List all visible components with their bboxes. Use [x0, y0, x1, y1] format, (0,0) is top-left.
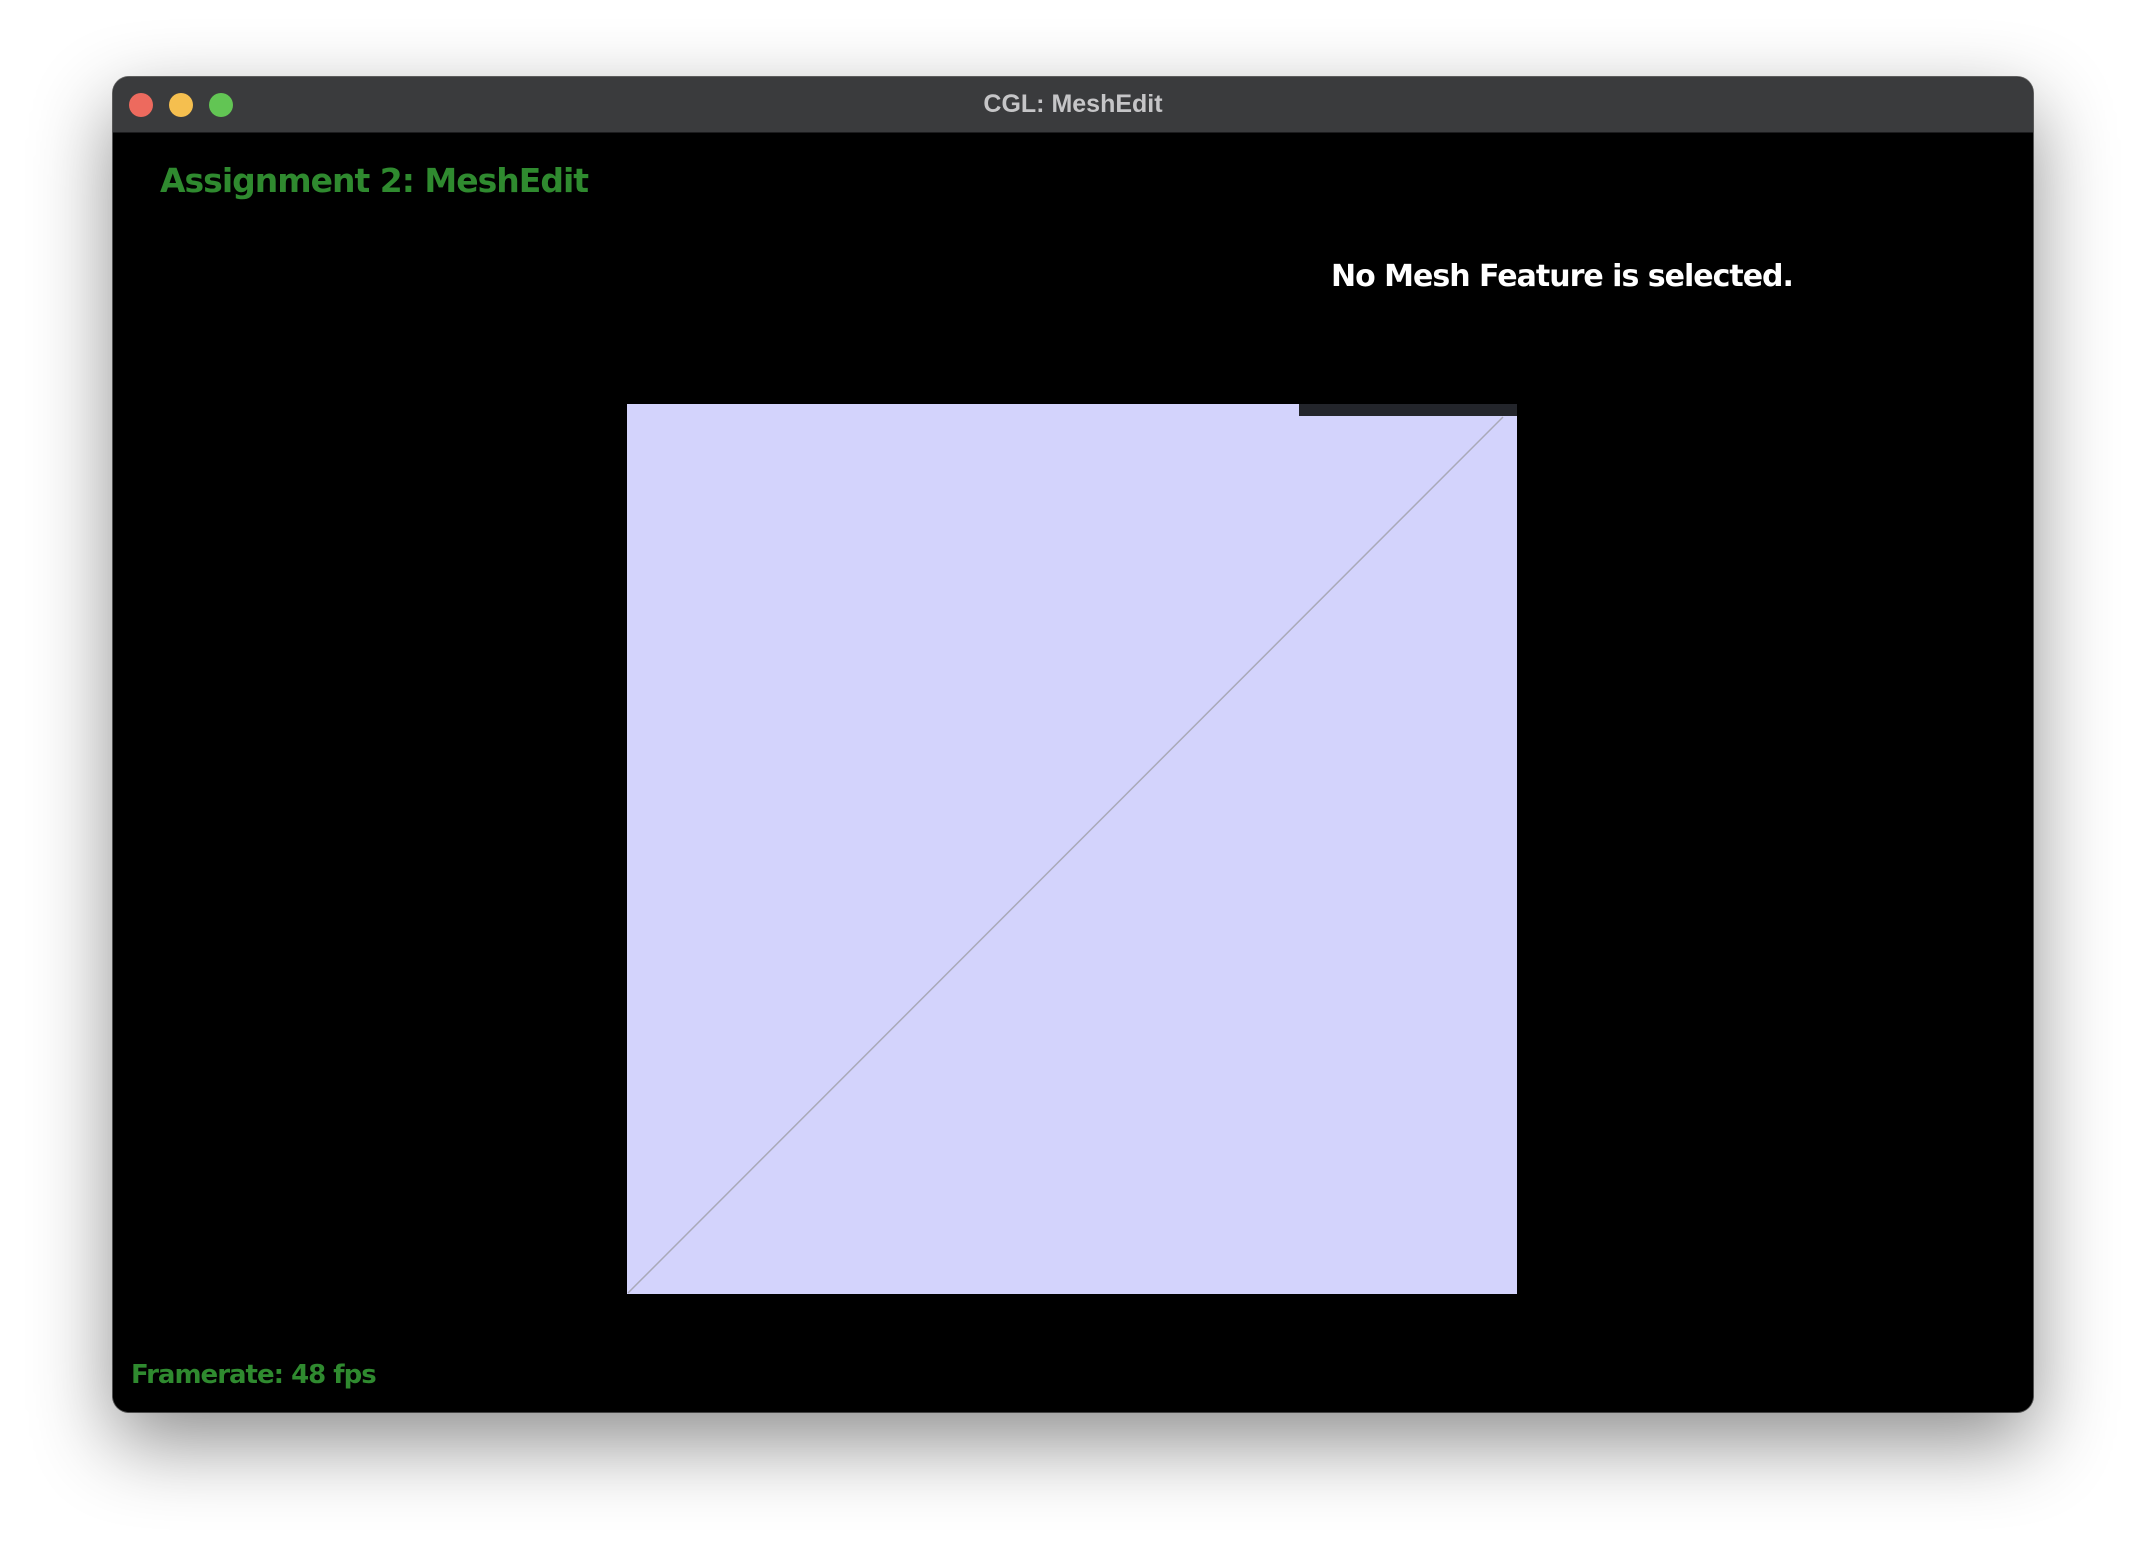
app-window: CGL: MeshEdit Assignment 2: MeshEdit No …: [113, 77, 2033, 1412]
assignment-heading: Assignment 2: MeshEdit: [160, 161, 589, 200]
selection-info-text: No Mesh Feature is selected.: [1331, 259, 1794, 294]
framerate-readout: Framerate: 48 fps: [131, 1360, 377, 1390]
title-bar[interactable]: CGL: MeshEdit: [113, 77, 2033, 133]
selection-info-panel: [1299, 404, 1517, 416]
window-title: CGL: MeshEdit: [983, 90, 1163, 118]
render-canvas[interactable]: Assignment 2: MeshEdit No Mesh Feature i…: [113, 133, 2033, 1412]
mesh-viewport[interactable]: [627, 404, 1517, 1294]
